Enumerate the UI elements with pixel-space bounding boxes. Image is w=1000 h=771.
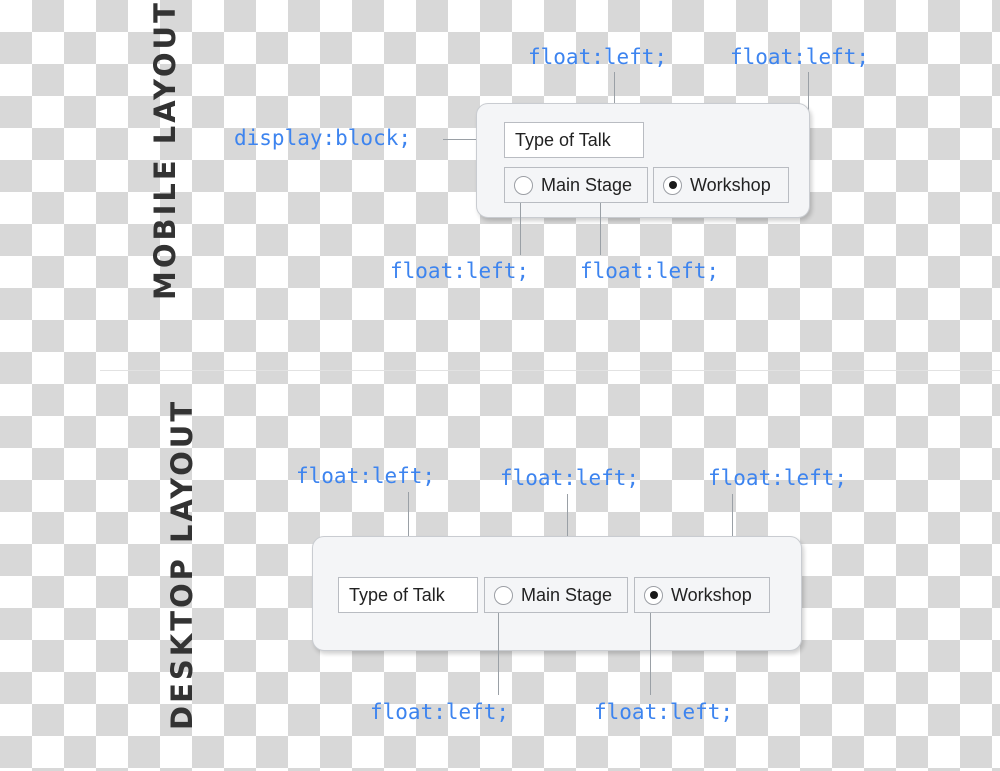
diagram-canvas: MOBILE LAYOUT float:left; float:left; di… — [0, 0, 1000, 771]
desktop-annotation-top-right: float:left; — [708, 466, 848, 490]
desktop-leader-bottom-left — [498, 613, 499, 695]
mobile-type-of-talk-value: Type of Talk — [515, 129, 611, 150]
desktop-radio-workshop-label: Workshop — [671, 585, 752, 605]
radio-selected-icon[interactable] — [644, 585, 663, 605]
desktop-radio-main-stage-label: Main Stage — [521, 585, 613, 605]
mobile-annotation-top-right: float:left; — [730, 45, 870, 69]
mobile-annotation-bottom-right: float:left; — [580, 259, 720, 283]
radio-circle-icon[interactable] — [514, 175, 533, 195]
desktop-type-of-talk-field[interactable]: Type of Talk — [338, 577, 478, 613]
desktop-annotation-bottom-right: float:left; — [594, 700, 734, 724]
mobile-type-of-talk-field[interactable]: Type of Talk — [504, 122, 644, 158]
mobile-radio-workshop-label: Workshop — [690, 175, 771, 195]
radio-selected-icon[interactable] — [663, 175, 682, 195]
desktop-type-of-talk-value: Type of Talk — [349, 584, 445, 605]
desktop-annotation-bottom-left: float:left; — [370, 700, 510, 724]
desktop-annotation-top-middle: float:left; — [500, 466, 640, 490]
desktop-radio-main-stage[interactable]: Main Stage — [484, 577, 628, 613]
mobile-radio-main-stage-label: Main Stage — [541, 175, 633, 195]
mobile-annotation-display-block: display:block; — [234, 126, 412, 150]
desktop-radio-workshop[interactable]: Workshop — [634, 577, 770, 613]
desktop-section-label: DESKTOP LAYOUT — [165, 398, 199, 730]
mobile-leader-bottom-left — [520, 203, 521, 255]
radio-circle-icon[interactable] — [494, 585, 513, 605]
mobile-leader-bottom-right — [600, 203, 601, 255]
mobile-annotation-top-left: float:left; — [528, 45, 668, 69]
mobile-radio-workshop[interactable]: Workshop — [653, 167, 789, 203]
desktop-leader-bottom-right — [650, 613, 651, 695]
section-divider — [100, 370, 1000, 371]
mobile-annotation-bottom-left: float:left; — [390, 259, 530, 283]
mobile-section-label: MOBILE LAYOUT — [148, 0, 182, 300]
mobile-radio-main-stage[interactable]: Main Stage — [504, 167, 648, 203]
desktop-annotation-top-left: float:left; — [296, 464, 436, 488]
